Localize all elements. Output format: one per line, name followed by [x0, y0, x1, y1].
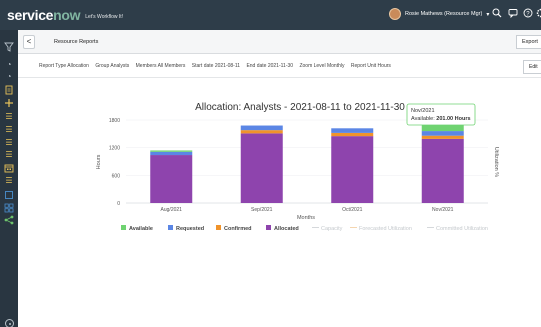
- bar-segment-requested: [421, 131, 464, 136]
- top-header: servicenow Let's Workflow It! Rosie Math…: [0, 0, 541, 30]
- x-axis-ticks: Aug/2021 Sep/2021 Oct/2021 Nov/2021: [161, 207, 454, 213]
- x-tick-label: Nov/2021: [432, 207, 454, 213]
- help-icon[interactable]: ?: [523, 8, 533, 22]
- y-axis-label: Hours: [96, 154, 102, 169]
- share-icon[interactable]: [4, 215, 14, 225]
- logo-service: service: [7, 7, 54, 23]
- legend-label: Allocated: [274, 226, 299, 232]
- user-menu[interactable]: Rosie Mathews (Resource Mgr) ▾: [389, 8, 489, 20]
- speedometer-icon[interactable]: ◔: [4, 60, 14, 70]
- logo-now: now: [53, 7, 81, 23]
- legend-label: Committed Utilization: [436, 226, 488, 232]
- filter-bar: Report Type Allocation Group Analysts Me…: [18, 54, 541, 78]
- allocation-chart: Allocation: Analysts - 2021-08-11 to 202…: [96, 102, 499, 232]
- bar-segment-requested: [331, 128, 374, 133]
- tooltip-title: Nov/2021: [411, 108, 435, 114]
- legend-label: Forecasted Utilization: [359, 226, 412, 232]
- bar-segment-allocated: [331, 136, 374, 203]
- list-icon[interactable]: ☰: [4, 112, 14, 122]
- page-title: Resource Reports: [54, 39, 99, 45]
- plus-icon[interactable]: [4, 98, 14, 108]
- x-tick-label: Oct/2021: [342, 207, 363, 213]
- speedometer-icon[interactable]: ◔: [4, 72, 14, 82]
- list-icon[interactable]: ☰: [4, 125, 14, 135]
- x-tick-label: Sep/2021: [251, 207, 273, 213]
- filter-report-type: Report Type Allocation: [39, 63, 89, 69]
- bar-segment-confirmed: [240, 130, 283, 134]
- user-name: Rosie Mathews (Resource Mgr): [405, 11, 483, 17]
- legend-label: Available: [129, 226, 153, 232]
- list-icon[interactable]: ☰: [4, 138, 14, 148]
- legend-label: Requested: [176, 226, 204, 232]
- legend-swatch-requested: [168, 225, 173, 230]
- title-bar: < Resource Reports Export: [18, 30, 541, 54]
- chart-tooltip: Nov/2021 Available: 201.00 Hours: [406, 103, 476, 126]
- chart-legend: Available Requested Confirmed Allocated Capa…: [121, 225, 488, 232]
- bar-segment-requested: [240, 125, 283, 131]
- legend-swatch-allocated: [266, 225, 271, 230]
- y-tick-label: 1200: [109, 146, 120, 152]
- filter-report-unit: Report Unit Hours: [350, 63, 391, 69]
- bar-segment-confirmed: [331, 132, 374, 137]
- avatar: [389, 8, 401, 20]
- legend-label: Confirmed: [224, 226, 252, 232]
- chart-title: Allocation: Analysts - 2021-08-11 to 202…: [195, 102, 405, 113]
- back-button[interactable]: <: [23, 35, 35, 49]
- chat-icon[interactable]: [508, 8, 518, 22]
- x-tick-label: Aug/2021: [161, 207, 183, 213]
- y-tick-label: 1800: [109, 118, 120, 124]
- filter-zoom-level: Zoom Level Monthly: [299, 63, 345, 69]
- y2-axis-label: Utilization %: [493, 147, 499, 177]
- filter-icon[interactable]: [4, 42, 14, 52]
- bar-segment-confirmed: [421, 135, 464, 139]
- bar-segment-allocated: [421, 138, 464, 203]
- tooltip-body: Available: 201.00 Hours: [411, 116, 471, 122]
- y-tick-label: 0: [117, 201, 120, 207]
- legend-label: Capacity: [321, 226, 343, 232]
- bar-segment-available: [150, 150, 193, 152]
- legend-swatch-confirmed: [216, 225, 221, 230]
- filter-end-date: End date 2021-11-30: [246, 63, 294, 69]
- bar-segment-allocated: [240, 133, 283, 203]
- chart-bars: [150, 121, 464, 203]
- chevron-down-icon: ▾: [486, 11, 490, 18]
- list-icon[interactable]: ☰: [4, 150, 14, 160]
- filter-group: Group Analysts: [95, 63, 130, 69]
- edit-button[interactable]: Edit: [523, 60, 541, 74]
- tagline: Let's Workflow It!: [85, 13, 124, 20]
- x-axis-label: Months: [297, 215, 315, 221]
- square-icon[interactable]: [4, 190, 14, 200]
- servicenow-logo[interactable]: servicenow: [7, 7, 81, 23]
- list-icon[interactable]: ☰: [4, 176, 14, 186]
- tooltip-label: Available:: [411, 116, 435, 122]
- search-icon[interactable]: [492, 8, 502, 22]
- settings-icon[interactable]: [536, 8, 541, 22]
- legend-swatch-available: [121, 225, 126, 230]
- y-tick-label: 600: [112, 173, 121, 179]
- bar-segment-requested: [150, 151, 193, 156]
- clipboard-icon[interactable]: [4, 85, 14, 95]
- filter-start-date: Start date 2021-08-11: [191, 63, 241, 69]
- export-button[interactable]: Export: [516, 35, 541, 49]
- tooltip-value: 201.00 Hours: [436, 116, 470, 122]
- calendar-icon[interactable]: [4, 163, 14, 173]
- bar-segment-allocated: [150, 155, 193, 203]
- filter-members: Members All Members: [135, 63, 186, 69]
- grid-icon[interactable]: [4, 203, 14, 213]
- sidebar: ◔ ◔ ☰ ☰ ☰ ☰ ☰: [0, 30, 18, 327]
- filter-summary: Report Type Allocation Group Analysts Me…: [39, 63, 396, 69]
- settings-circle-icon[interactable]: [5, 319, 14, 327]
